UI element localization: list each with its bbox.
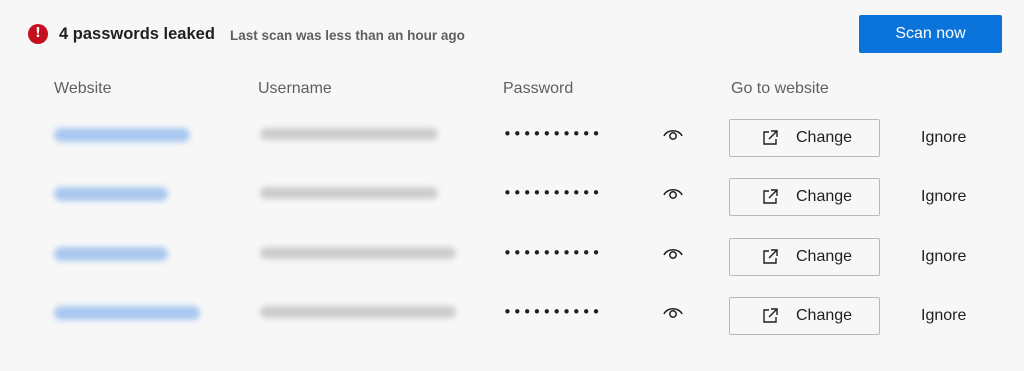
ignore-button[interactable]: Ignore — [921, 248, 966, 266]
leaked-password-row: •••••••••• Change Ignore — [0, 228, 1024, 288]
external-link-icon — [763, 308, 778, 323]
change-password-button[interactable]: Change — [729, 238, 880, 276]
masked-password: •••••••••• — [503, 303, 602, 321]
external-link-icon — [763, 189, 778, 204]
change-button-label: Change — [796, 307, 853, 324]
leaked-password-row: •••••••••• Change Ignore — [0, 168, 1024, 228]
change-button-label: Change — [796, 129, 853, 146]
column-header-go-to-website: Go to website — [731, 80, 829, 97]
column-header-website: Website — [54, 80, 112, 97]
username-blurred — [260, 128, 438, 140]
external-link-icon — [763, 249, 778, 264]
username-blurred — [260, 187, 438, 199]
masked-password: •••••••••• — [503, 125, 602, 143]
leak-header: ! 4 passwords leaked Last scan was less … — [0, 0, 1024, 70]
eye-icon — [663, 189, 683, 199]
external-link-icon — [763, 130, 778, 145]
show-password-button[interactable] — [661, 301, 685, 323]
eye-icon — [663, 249, 683, 259]
change-password-button[interactable]: Change — [729, 119, 880, 157]
alert-icon: ! — [28, 24, 48, 44]
change-password-button[interactable]: Change — [729, 297, 880, 335]
leaked-password-row: •••••••••• Change Ignore — [0, 287, 1024, 347]
change-password-button[interactable]: Change — [729, 178, 880, 216]
change-button-label: Change — [796, 188, 853, 205]
change-button-label: Change — [796, 248, 853, 265]
leaked-password-row: •••••••••• Change Ignore — [0, 109, 1024, 169]
column-header-username: Username — [258, 80, 332, 97]
username-blurred — [260, 247, 456, 259]
username-blurred — [260, 306, 456, 318]
show-password-button[interactable] — [661, 242, 685, 264]
website-link-blurred[interactable] — [54, 306, 200, 320]
ignore-button[interactable]: Ignore — [921, 307, 966, 325]
show-password-button[interactable] — [661, 123, 685, 145]
eye-icon — [663, 308, 683, 318]
website-link-blurred[interactable] — [54, 187, 168, 201]
leaked-count-title: 4 passwords leaked — [59, 25, 215, 43]
website-link-blurred[interactable] — [54, 128, 190, 142]
ignore-button[interactable]: Ignore — [921, 129, 966, 147]
last-scan-status: Last scan was less than an hour ago — [230, 28, 465, 43]
scan-now-button[interactable]: Scan now — [859, 15, 1002, 53]
website-link-blurred[interactable] — [54, 247, 168, 261]
masked-password: •••••••••• — [503, 184, 602, 202]
column-header-password: Password — [503, 80, 574, 97]
ignore-button[interactable]: Ignore — [921, 188, 966, 206]
eye-icon — [663, 130, 683, 140]
show-password-button[interactable] — [661, 182, 685, 204]
masked-password: •••••••••• — [503, 244, 602, 262]
